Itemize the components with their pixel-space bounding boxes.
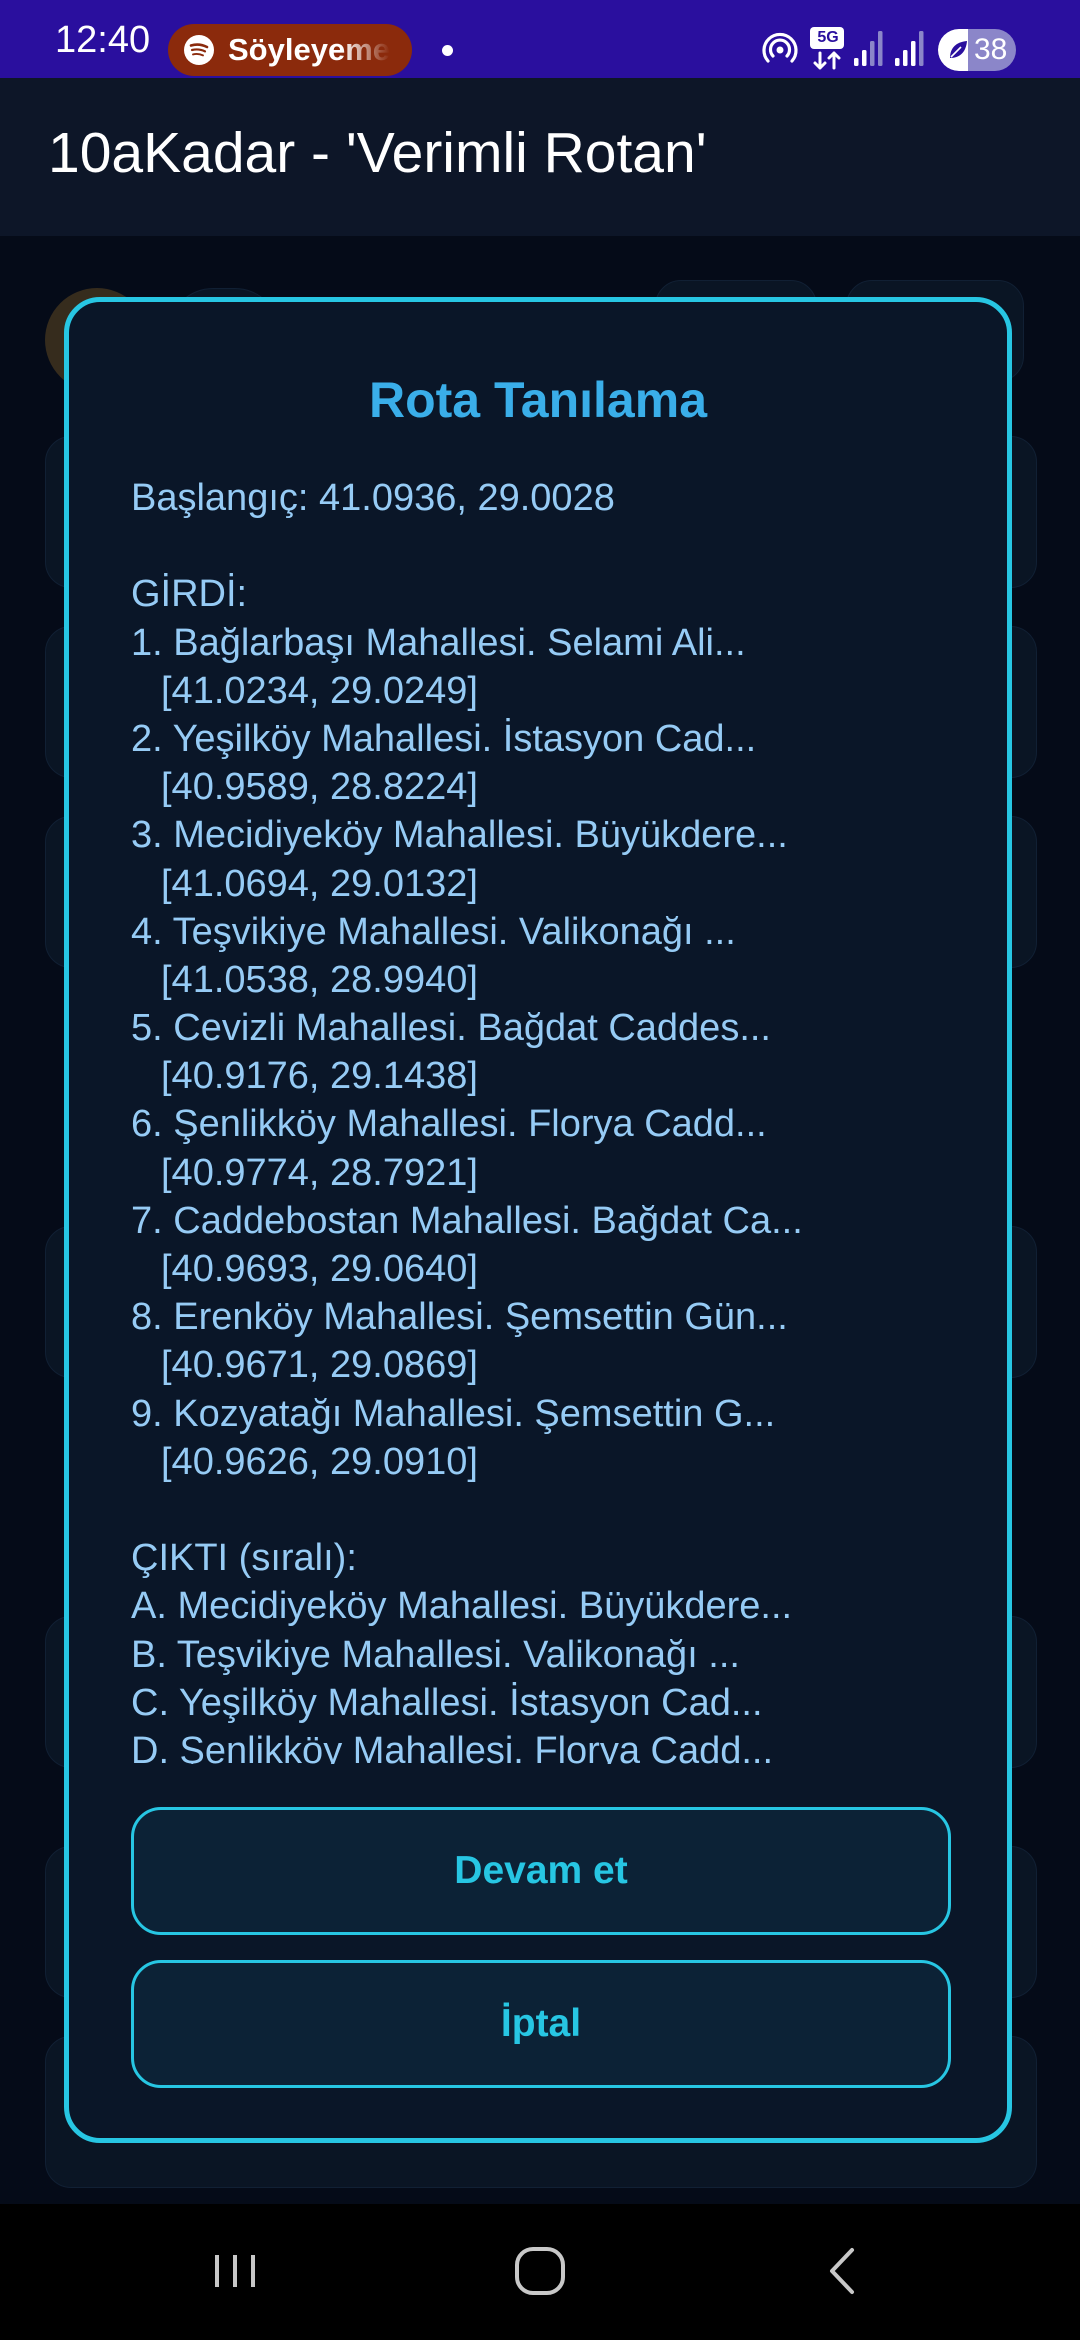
- battery-indicator: 38: [938, 29, 1016, 71]
- route-diagnosis-dialog: Rota Tanılama Başlangıç: 41.0936, 29.002…: [64, 297, 1012, 2143]
- battery-percentage: 38: [974, 33, 1008, 66]
- input-name: 1. Bağlarbaşı Mahallesi. Selami Ali...: [131, 621, 746, 664]
- notification-dot-icon: [442, 45, 453, 56]
- hotspot-icon: [762, 32, 798, 63]
- input-name: 4. Teşvikiye Mahallesi. Valikonağı ...: [131, 910, 736, 953]
- dialog-content[interactable]: Başlangıç: 41.0936, 29.0028 GİRDİ: 1. Ba…: [131, 474, 951, 1764]
- input-name: 3. Mecidiyeköy Mahallesi. Büyükdere...: [131, 814, 788, 857]
- input-list-item: 3. Mecidiyeköy Mahallesi. Büyükdere... […: [131, 811, 951, 907]
- input-coords: [40.9176, 29.1438]: [161, 1055, 478, 1098]
- media-title: Söyleyeme: [228, 32, 390, 67]
- input-list-item: 9. Kozyatağı Mahallesi. Şemsettin G... […: [131, 1390, 951, 1486]
- input-name: 5. Cevizli Mahallesi. Bağdat Caddes...: [131, 1007, 771, 1050]
- status-bar: 12:40 Söyleyeme 5G 38: [0, 0, 1080, 78]
- input-list-item: 5. Cevizli Mahallesi. Bağdat Caddes... […: [131, 1004, 951, 1100]
- input-list-item: 8. Erenköy Mahallesi. Şemsettin Gün... […: [131, 1293, 951, 1389]
- output-list-item: A. Mecidiyeköy Mahallesi. Büyükdere...: [131, 1585, 793, 1628]
- signal-icon: [895, 31, 924, 66]
- input-name: 2. Yeşilköy Mahallesi. İstasyon Cad...: [131, 717, 757, 760]
- network-type-label: 5G: [817, 29, 839, 46]
- home-icon[interactable]: [505, 2236, 575, 2306]
- input-coords: [41.0234, 29.0249]: [161, 669, 478, 712]
- input-name: 8. Erenköy Mahallesi. Şemsettin Gün...: [131, 1296, 788, 1339]
- spotify-icon: [184, 35, 214, 65]
- input-list-item: 2. Yeşilköy Mahallesi. İstasyon Cad... […: [131, 715, 951, 811]
- battery-saver-icon: [950, 41, 967, 58]
- app-title: 10aKadar - 'Verimli Rotan': [48, 121, 707, 185]
- input-list-item: 6. Şenlikköy Mahallesi. Florya Cadd... […: [131, 1100, 951, 1196]
- input-coords: [40.9774, 28.7921]: [161, 1151, 478, 1194]
- output-header: ÇIKTI (sıralı):: [131, 1537, 357, 1580]
- input-coords: [41.0538, 28.9940]: [161, 958, 478, 1001]
- recents-icon[interactable]: [205, 2236, 265, 2306]
- input-coords: [40.9589, 28.8224]: [161, 766, 478, 809]
- input-name: 6. Şenlikköy Mahallesi. Florya Cadd...: [131, 1103, 767, 1146]
- signal-icon: [854, 31, 883, 66]
- input-name: 7. Caddebostan Mahallesi. Bağdat Ca...: [131, 1199, 803, 1242]
- input-coords: [40.9693, 29.0640]: [161, 1248, 478, 1290]
- input-name: 9. Kozyatağı Mahallesi. Şemsettin G...: [131, 1392, 776, 1435]
- input-header: GİRDİ:: [131, 573, 248, 616]
- input-coords: [40.9671, 29.0869]: [161, 1344, 478, 1387]
- output-list-item: D. Şenlikköy Mahallesi. Florya Cadd...: [131, 1729, 774, 1764]
- input-coords: [41.0694, 29.0132]: [161, 862, 478, 905]
- input-list-item: 1. Bağlarbaşı Mahallesi. Selami Ali... […: [131, 619, 951, 715]
- dialog-title: Rota Tanılama: [368, 372, 708, 428]
- output-list-item: B. Teşvikiye Mahallesi. Valikonağı ...: [131, 1633, 740, 1676]
- back-icon[interactable]: [812, 2236, 872, 2306]
- continue-button[interactable]: Devam et: [131, 1807, 951, 1935]
- app-bar: 10aKadar - 'Verimli Rotan': [0, 78, 1080, 236]
- input-list-item: 7. Caddebostan Mahallesi. Bağdat Ca... […: [131, 1197, 951, 1293]
- media-notification-chip[interactable]: Söyleyeme: [168, 24, 412, 76]
- cancel-button[interactable]: İptal: [131, 1960, 951, 2088]
- status-time: 12:40: [55, 19, 151, 61]
- start-coordinates: Başlangıç: 41.0936, 29.0028: [131, 477, 615, 519]
- input-coords: [40.9626, 29.0910]: [161, 1440, 478, 1483]
- output-list-item: C. Yeşilköy Mahallesi. İstasyon Cad...: [131, 1681, 763, 1724]
- navigation-bar: [0, 2204, 1080, 2340]
- input-list-item: 4. Teşvikiye Mahallesi. Valikonağı ... […: [131, 908, 951, 1004]
